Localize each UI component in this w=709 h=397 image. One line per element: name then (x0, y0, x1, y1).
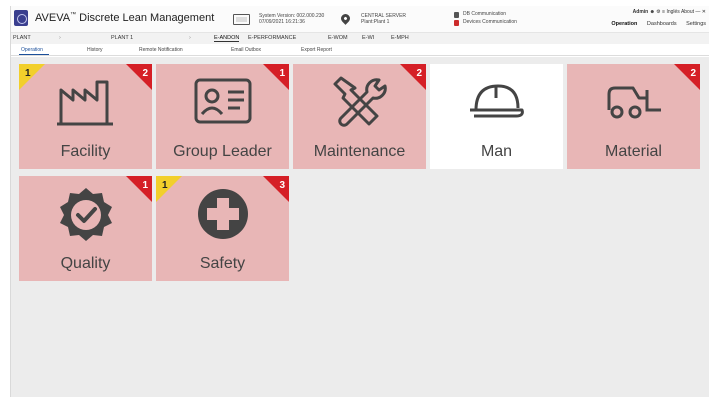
breadcrumb-separator: › (59, 35, 61, 41)
andon-window: AVEVA™ Discrete Lean Management System V… (10, 6, 709, 397)
tab-operation[interactable]: Operation (21, 47, 43, 53)
active-tab-indicator (19, 54, 49, 55)
devices-communication-status: Devices Communication (454, 19, 544, 27)
user-icon[interactable]: ☻ (650, 9, 655, 15)
nav-settings[interactable]: Settings (686, 21, 706, 27)
app-title: AVEVA™ Discrete Lean Management (35, 12, 214, 24)
nav-operation[interactable]: Operation (611, 21, 637, 27)
tile-label: Facility (60, 143, 111, 160)
tile-label: Maintenance (313, 143, 406, 160)
settings-gear-icon[interactable]: ⚙ (656, 9, 660, 15)
red-flag (400, 64, 426, 90)
sub-tabs: Operation History Remote Notification Em… (11, 44, 709, 56)
user-bar: Admin ☻ ⚙ ≡ Inglés About — ✕ (633, 9, 706, 15)
tile-label: Material (605, 143, 662, 160)
plant-selector[interactable]: PLANT 1 (111, 35, 133, 41)
tile-facility[interactable]: 1 2 Facility (19, 64, 152, 169)
tile-label: Quality (60, 255, 111, 272)
yellow-flag (156, 176, 182, 202)
tools-icon (333, 76, 387, 127)
nav-dashboards[interactable]: Dashboards (647, 21, 677, 27)
db-communication-label: DB Communication (463, 11, 507, 17)
monitor-icon (233, 14, 250, 25)
factory-icon (57, 80, 113, 126)
red-flag (263, 176, 289, 202)
tile-label: Man (480, 143, 513, 160)
tile-safety[interactable]: 1 3 Safety (156, 176, 289, 281)
tile-man[interactable]: Man (430, 64, 563, 169)
database-icon (454, 12, 459, 18)
aveva-logo-icon (14, 10, 28, 26)
tile-label: Safety (199, 255, 246, 272)
breadcrumb-separator: › (189, 35, 191, 41)
tile-quality[interactable]: 1 Quality (19, 176, 152, 281)
devices-network-icon (454, 20, 459, 26)
minimize-icon[interactable]: — (695, 9, 700, 15)
module-e-andon[interactable]: E-ANDON (214, 35, 240, 42)
language-label[interactable]: Inglés (666, 9, 679, 15)
safety-cross-icon (198, 189, 248, 239)
andon-tiles-area: 1 2 Facility 1 Group Leader 2 Maintenanc… (11, 57, 709, 397)
red-count: 2 (142, 68, 148, 79)
red-flag (674, 64, 700, 90)
tab-history[interactable]: History (87, 47, 103, 53)
red-count: 1 (142, 180, 148, 191)
close-icon[interactable]: ✕ (702, 9, 706, 15)
about-link[interactable]: About (681, 9, 694, 15)
red-count: 1 (279, 68, 285, 79)
helmet-icon (470, 84, 524, 118)
forklift-icon (607, 86, 661, 119)
yellow-flag (19, 64, 45, 90)
red-count: 2 (416, 68, 422, 79)
tile-group-leader[interactable]: 1 Group Leader (156, 64, 289, 169)
red-flag (263, 64, 289, 90)
location-pin-icon (339, 12, 352, 25)
red-flag (126, 64, 152, 90)
red-count: 2 (690, 68, 696, 79)
quality-badge-icon (60, 188, 112, 241)
language-icon[interactable]: ≡ (662, 9, 665, 15)
module-e-mph[interactable]: E-MPH (391, 35, 409, 41)
db-communication-status: DB Communication (454, 11, 544, 19)
system-time: 07/09/2021 16:21:36 (259, 19, 305, 25)
app-product: Discrete Lean Management (76, 12, 215, 24)
tile-label: Group Leader (173, 143, 272, 160)
tab-export-report[interactable]: Export Report (301, 47, 332, 53)
yellow-count: 1 (162, 180, 168, 191)
module-e-wi[interactable]: E-WI (362, 35, 374, 41)
server-plant: Plant:Plant 1 (361, 19, 390, 25)
id-card-icon (194, 78, 252, 124)
tile-maintenance[interactable]: 2 Maintenance (293, 64, 426, 169)
top-right-area: Admin ☻ ⚙ ≡ Inglés About — ✕ Operation D… (576, 9, 706, 31)
tab-remote-notification[interactable]: Remote Notification (139, 47, 183, 53)
plant-module-bar: PLANT › PLANT 1 › E-ANDON E-PERFORMANCE … (11, 32, 709, 44)
module-e-wom[interactable]: E-WOM (328, 35, 348, 41)
module-e-performance[interactable]: E-PERFORMANCE (248, 35, 296, 41)
yellow-count: 1 (25, 68, 31, 79)
user-name[interactable]: Admin (633, 9, 649, 15)
tab-email-outbox[interactable]: Email Outbox (231, 47, 261, 53)
top-navigation: Operation Dashboards Settings (603, 21, 706, 27)
tile-material[interactable]: 2 Material (567, 64, 700, 169)
red-count: 3 (279, 180, 285, 191)
devices-communication-label: Devices Communication (463, 19, 517, 25)
red-flag (126, 176, 152, 202)
title-bar: AVEVA™ Discrete Lean Management System V… (11, 6, 709, 32)
app-name: AVEVA (35, 12, 71, 24)
plant-label: PLANT (13, 35, 31, 41)
